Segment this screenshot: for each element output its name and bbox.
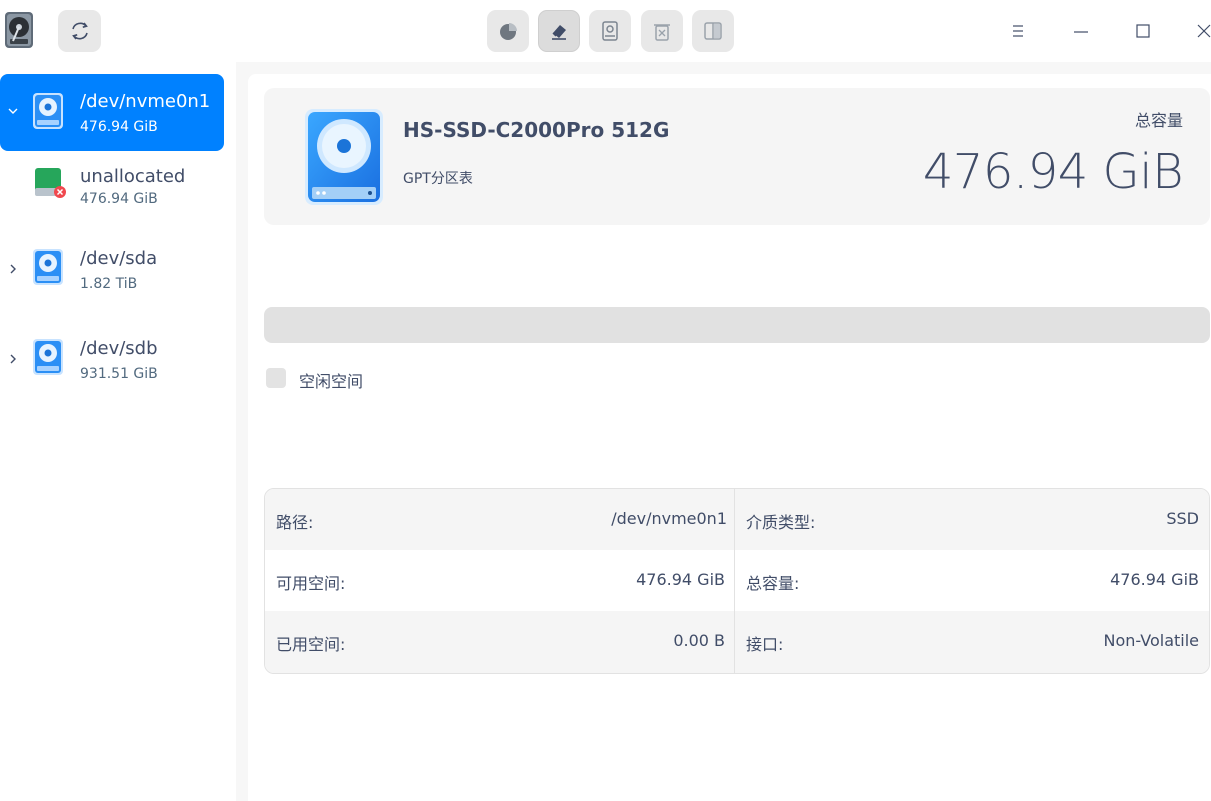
total-capacity-label: 总容量 (1134, 111, 1183, 130)
used-space-value: 0.00 B (673, 631, 725, 650)
info-row: 可用空间: 476.94 GiB 总容量: 476.94 GiB (265, 550, 1209, 611)
maximize-icon (1136, 24, 1150, 38)
used-space-label: 已用空间: (276, 635, 346, 654)
split-icon (704, 22, 722, 40)
chevron-right-icon[interactable] (6, 352, 20, 366)
interface-value: Non-Volatile (1103, 631, 1199, 650)
menu-button[interactable] (1003, 16, 1033, 46)
sidebar-item-size: 476.94 GiB (80, 119, 158, 135)
sidebar-item-unallocated[interactable]: unallocated 476.94 GiB (0, 150, 224, 227)
sidebar-item-label: unallocated (80, 166, 186, 187)
info-row: 已用空间: 0.00 B 接口: Non-Volatile (265, 611, 1209, 673)
disk-icon (33, 339, 63, 375)
disk-icon (305, 109, 383, 205)
disk-icon (33, 93, 63, 129)
capacity-label: 总容量: (746, 574, 800, 593)
partition-table-type: GPT分区表 (403, 171, 473, 187)
partition-pie-icon (500, 23, 517, 40)
disk-info-table: 路径: /dev/nvme0n1 介质类型: SSD 可用空间: 476.94 … (264, 488, 1210, 674)
available-space-value: 476.94 GiB (636, 570, 725, 589)
sidebar-item-label: /dev/nvme0n1 (80, 91, 211, 112)
mount-icon (602, 21, 618, 41)
chevron-right-icon[interactable] (6, 262, 20, 276)
mount-button[interactable] (589, 10, 631, 52)
refresh-icon (71, 22, 88, 40)
maximize-button[interactable] (1128, 16, 1158, 46)
partition-button[interactable] (487, 10, 529, 52)
hamburger-menu-icon (1013, 25, 1023, 37)
chevron-down-icon[interactable] (6, 104, 20, 118)
minimize-button[interactable] (1066, 16, 1096, 46)
wipe-button[interactable] (538, 10, 580, 52)
delete-icon (654, 24, 670, 41)
sidebar-item-size: 931.51 GiB (80, 366, 158, 382)
title-bar (0, 0, 1211, 62)
device-sidebar: /dev/nvme0n1 476.94 GiB unallocated 476.… (0, 62, 236, 801)
sidebar-item-size: 1.82 TiB (80, 276, 138, 292)
split-button[interactable] (692, 10, 734, 52)
sidebar-item-sdb[interactable]: /dev/sdb 931.51 GiB (0, 322, 224, 399)
total-capacity-value: 476.94 GiB (922, 144, 1184, 200)
minimize-icon (1074, 31, 1088, 33)
disk-icon (33, 249, 63, 285)
close-icon (1197, 24, 1211, 38)
eraser-icon (552, 25, 566, 40)
path-value: /dev/nvme0n1 (611, 509, 727, 528)
sidebar-item-sda[interactable]: /dev/sda 1.82 TiB (0, 232, 224, 309)
unallocated-partition-icon (35, 168, 66, 198)
media-type-value: SSD (1166, 509, 1199, 528)
disk-model: HS-SSD-C2000Pro 512G (403, 118, 670, 142)
disk-usage-bar (264, 307, 1210, 343)
sidebar-item-size: 476.94 GiB (80, 191, 158, 207)
available-space-label: 可用空间: (276, 574, 346, 593)
capacity-value: 476.94 GiB (1110, 570, 1199, 589)
free-space-legend-label: 空闲空间 (299, 372, 364, 391)
free-space-legend-swatch (266, 368, 286, 388)
info-row: 路径: /dev/nvme0n1 介质类型: SSD (265, 489, 1209, 550)
sidebar-item-label: /dev/sda (80, 248, 158, 269)
column-divider (734, 489, 735, 673)
path-label: 路径: (276, 513, 314, 532)
sidebar-item-nvme0n1[interactable]: /dev/nvme0n1 476.94 GiB (0, 74, 224, 151)
interface-label: 接口: (746, 635, 784, 654)
media-type-label: 介质类型: (746, 513, 816, 532)
app-logo-icon (4, 11, 34, 49)
close-button[interactable] (1189, 16, 1211, 46)
sidebar-item-label: /dev/sdb (80, 338, 158, 359)
refresh-button[interactable] (58, 10, 101, 52)
delete-partition-button[interactable] (641, 10, 683, 52)
